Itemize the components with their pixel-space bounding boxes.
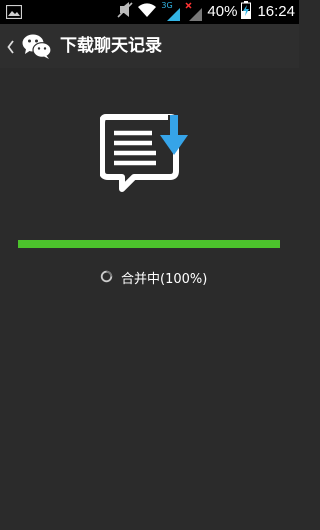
action-bar: 下载聊天记录 [0,24,299,68]
loading-spinner-icon [100,268,113,287]
wechat-logo-icon[interactable] [22,33,52,64]
merge-status: 合并中(100%) [100,266,207,288]
wifi-icon [137,2,157,22]
status-bar: 3G 40% 16:24 [0,0,299,24]
progress-bar [18,240,280,248]
gallery-notification-icon [5,4,23,23]
chat-download-icon [99,113,200,197]
no-signal-icon [185,2,203,22]
merge-status-text: 合并中(100%) [121,271,208,287]
charging-battery-icon [241,1,252,23]
page-title: 下载聊天记录 [60,36,162,56]
status-clock: 16:24 [257,3,295,20]
mute-icon [117,1,133,23]
progress-fill [18,240,280,248]
signal-icon: 3G [161,1,181,22]
back-chevron-icon[interactable] [7,39,15,58]
network-type-label: 3G [161,1,173,10]
battery-percent: 40% [207,3,238,20]
